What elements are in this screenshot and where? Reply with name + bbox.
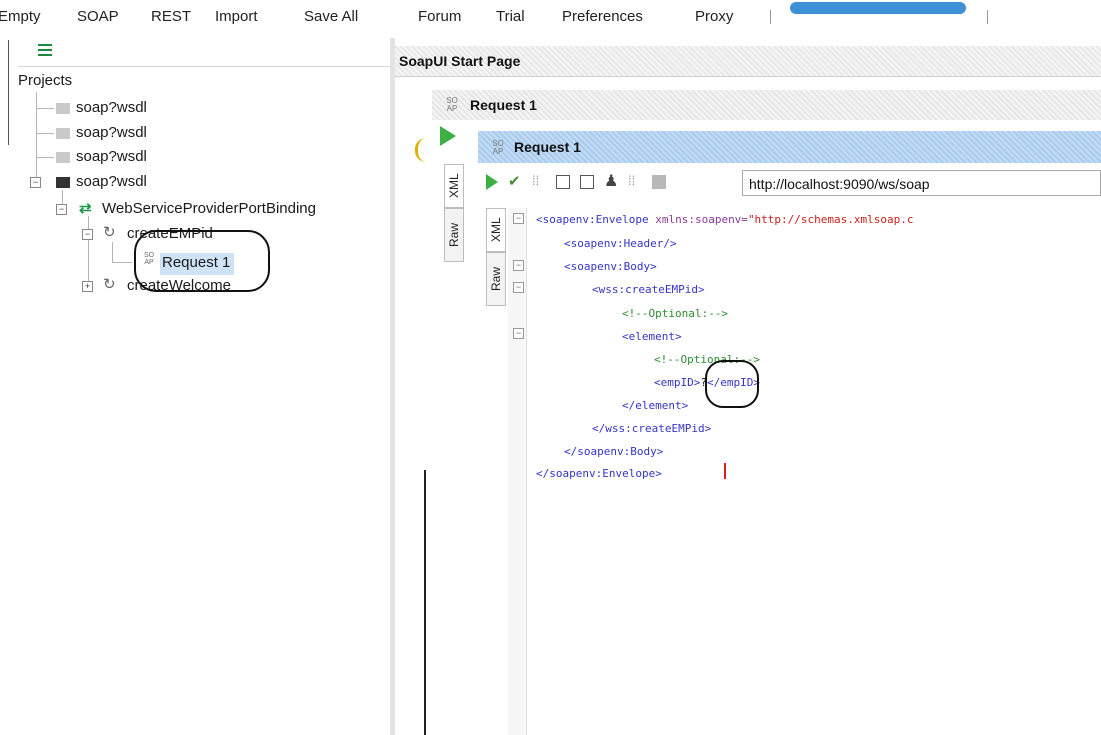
project-folder-icon xyxy=(56,177,70,188)
xml-line: </soapenv:Body> xyxy=(564,445,664,458)
collapse-icon[interactable]: − xyxy=(56,204,67,215)
trial-button[interactable]: Trial xyxy=(496,8,525,25)
operation-icon: ↻ xyxy=(103,224,116,241)
tree-line xyxy=(36,133,54,134)
search-field[interactable] xyxy=(790,2,966,14)
xml-line: <soapenv:Header/> xyxy=(564,237,677,250)
submit-request-icon[interactable] xyxy=(486,174,498,190)
tab-raw-inner[interactable]: Raw xyxy=(486,252,506,306)
tree-line xyxy=(88,216,89,286)
xml-line: <soapenv:Body> xyxy=(564,260,657,273)
project-folder-icon xyxy=(56,103,70,114)
tab-raw-outer[interactable]: Raw xyxy=(444,208,464,262)
tree-project-4[interactable]: soap?wsdl xyxy=(76,173,147,190)
project-folder-icon xyxy=(56,128,70,139)
toolbar-separator xyxy=(770,10,771,24)
start-page-title: SoapUI Start Page xyxy=(399,53,521,69)
xml-line: </wss:createEMPid> xyxy=(592,422,712,435)
text-cursor xyxy=(724,463,726,479)
create-empty-request-icon[interactable] xyxy=(556,175,570,189)
expand-icon[interactable]: + xyxy=(82,281,93,292)
panel-splitter[interactable] xyxy=(390,38,395,735)
collapse-icon[interactable]: − xyxy=(82,229,93,240)
fold-toggle-icon[interactable]: − xyxy=(513,260,524,271)
navigator-header xyxy=(18,38,390,67)
tree-binding[interactable]: WebServiceProviderPortBinding xyxy=(102,200,316,217)
collapse-icon[interactable]: − xyxy=(30,177,41,188)
save-all-button[interactable]: Save All xyxy=(304,8,358,25)
xml-line: <wss:createEMPid> xyxy=(592,283,705,296)
proxy-button[interactable]: Proxy xyxy=(695,8,733,25)
annotation-circle xyxy=(134,230,270,292)
xml-line: <soapenv:Envelope xmlns:soapenv="http://… xyxy=(536,213,914,226)
request-editor-title: Request 1 xyxy=(514,139,581,155)
navigator-menu-icon[interactable] xyxy=(38,44,52,56)
tree-line xyxy=(36,157,54,158)
user-auth-icon[interactable]: ♟ xyxy=(604,171,618,191)
rest-project-button[interactable]: REST xyxy=(151,8,191,25)
tree-project-1[interactable]: soap?wsdl xyxy=(76,99,147,116)
request-editor-header[interactable]: SO AP Request 1 xyxy=(478,131,1101,163)
tree-project-2[interactable]: soap?wsdl xyxy=(76,124,147,141)
soap-request-icon: SO AP xyxy=(492,139,504,156)
wsa-settings-icon[interactable]: ⁞⁞ xyxy=(532,173,539,188)
run-request-icon[interactable] xyxy=(440,126,456,146)
navigator-panel xyxy=(0,38,390,735)
preferences-button[interactable]: Preferences xyxy=(562,8,643,25)
tree-line xyxy=(112,262,132,263)
tree-line xyxy=(36,92,37,184)
toolbar-separator xyxy=(987,10,988,24)
request-window-header[interactable]: SO AP Request 1 xyxy=(432,90,1101,120)
annotation-circle xyxy=(705,360,759,408)
tab-xml-inner[interactable]: XML xyxy=(486,208,506,252)
soap-request-icon: SO AP xyxy=(446,96,458,113)
fold-toggle-icon[interactable]: − xyxy=(513,282,524,293)
project-folder-icon xyxy=(56,152,70,163)
scrollbar-track[interactable] xyxy=(424,470,426,735)
xml-line: <element> xyxy=(622,330,682,343)
split-view-icon[interactable]: ⁞⁞ xyxy=(628,173,635,188)
tree-project-3[interactable]: soap?wsdl xyxy=(76,148,147,165)
fold-toggle-icon[interactable]: − xyxy=(513,213,524,224)
start-page-tab[interactable]: SoapUI Start Page xyxy=(395,46,1101,77)
stop-icon[interactable] xyxy=(652,175,666,189)
forum-button[interactable]: Forum xyxy=(418,8,461,25)
tree-line xyxy=(112,242,113,262)
soap-project-button[interactable]: SOAP xyxy=(77,8,119,25)
xml-line: </element> xyxy=(622,399,689,412)
request-window-title: Request 1 xyxy=(470,97,537,113)
interface-binding-icon: ⇄ xyxy=(79,200,92,217)
tree-line xyxy=(36,108,54,109)
empty-project-button[interactable]: Empty xyxy=(0,8,41,25)
import-button[interactable]: Import xyxy=(215,8,258,25)
operation-icon: ↻ xyxy=(103,276,116,293)
add-assertion-icon[interactable]: ✔ xyxy=(508,172,521,190)
format-xml-icon[interactable] xyxy=(580,175,594,189)
projects-root[interactable]: Projects xyxy=(18,72,72,89)
endpoint-url-field[interactable]: http://localhost:9090/ws/soap xyxy=(742,170,1101,196)
fold-toggle-icon[interactable]: − xyxy=(513,328,524,339)
xml-line: <!--Optional:--> xyxy=(622,307,728,320)
main-toolbar: Empty SOAP REST Import Save All Forum Tr… xyxy=(0,0,1101,38)
panel-edge xyxy=(8,40,9,145)
xml-line: </soapenv:Envelope> xyxy=(536,467,662,480)
tab-xml-outer[interactable]: XML xyxy=(444,164,464,208)
status-indicator-icon xyxy=(415,138,426,162)
